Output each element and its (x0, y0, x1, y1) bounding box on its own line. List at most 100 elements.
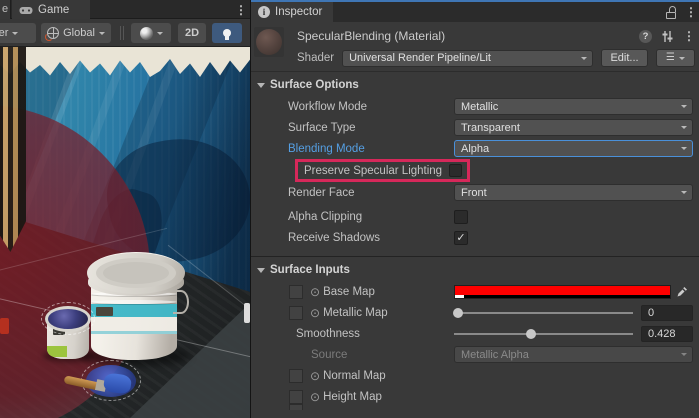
surface-type-value: Transparent (461, 122, 520, 134)
surface-type-dropdown[interactable]: Transparent (454, 119, 693, 136)
foldout-open-icon (257, 83, 265, 88)
preserve-specular-checkbox[interactable]: ✓ (449, 164, 462, 177)
row-metallic-map: ⊙ Metallic Map 0 (251, 302, 699, 323)
chevron-down-icon (681, 147, 687, 150)
shader-label: Shader (297, 52, 334, 64)
blending-mode-value: Alpha (461, 143, 489, 155)
tab-scene-partial[interactable]: e (0, 0, 11, 19)
lock-icon[interactable] (666, 6, 677, 19)
pivot-center-button[interactable]: ter (0, 23, 36, 43)
presets-icon[interactable] (661, 30, 674, 43)
normal-map-texture-slot[interactable] (289, 369, 303, 383)
global-local-button[interactable]: Global (41, 23, 111, 43)
row-alpha-clipping: Alpha Clipping ✓ (251, 206, 699, 227)
object-picker-icon[interactable]: ⊙ (310, 307, 320, 319)
wooden-ladder (0, 47, 26, 252)
shader-dropdown[interactable]: Universal Render Pipeline/Lit (342, 50, 593, 67)
render-face-dropdown[interactable]: Front (454, 184, 693, 201)
base-map-labelgroup: ⊙ Base Map (251, 285, 454, 299)
inspector-panel: i Inspector ⋮ SpecularBlending (Material… (250, 0, 699, 418)
base-map-color-swatch[interactable] (454, 285, 671, 299)
2d-toggle-button[interactable]: 2D (178, 23, 206, 43)
game-panel-menu-icon[interactable]: ⋮ (235, 0, 247, 19)
eyedropper-button[interactable] (671, 284, 693, 300)
workflow-mode-value: Metallic (461, 101, 498, 113)
scene-viewport[interactable] (0, 47, 250, 418)
height-map-texture-slot[interactable] (289, 390, 303, 404)
inspector-body: Surface Options Workflow Mode Metallic S… (251, 74, 699, 407)
workflow-mode-dropdown[interactable]: Metallic (454, 98, 693, 115)
height-map-labelgroup: ⊙ Height Map (251, 390, 454, 404)
row-preserve-specular: Preserve Specular Lighting ✓ (251, 159, 699, 182)
game-tab-bar: e Game ⋮ (0, 0, 250, 19)
row-blending-mode: Blending Mode Alpha (251, 138, 699, 159)
source-value: Metallic Alpha (461, 349, 529, 361)
material-header: SpecularBlending (Material) ? ⋮ Shader U… (251, 22, 699, 72)
section-surface-options[interactable]: Surface Options (251, 74, 699, 96)
section-surface-options-title: Surface Options (270, 79, 359, 91)
receive-shadows-checkbox[interactable]: ✓ (454, 231, 468, 245)
foldout-open-icon (257, 268, 265, 273)
chevron-down-icon (99, 32, 105, 35)
paint-brush (64, 357, 144, 405)
section-divider (251, 256, 699, 257)
metallic-map-texture-slot[interactable] (289, 306, 303, 320)
row-normal-map: ⊙ Normal Map (251, 365, 699, 386)
smoothness-slider[interactable] (454, 327, 633, 341)
alpha-clipping-checkbox[interactable]: ✓ (454, 210, 468, 224)
normal-map-label: Normal Map (323, 370, 386, 382)
metallic-map-labelgroup: ⊙ Metallic Map (251, 306, 454, 320)
material-preview-sphere (256, 29, 282, 55)
chevron-down-icon (581, 57, 587, 60)
material-menu-icon[interactable]: ⋮ (683, 30, 695, 42)
render-face-label: Render Face (251, 187, 454, 199)
toolbar-separator (123, 26, 124, 40)
base-map-texture-slot[interactable] (289, 285, 303, 299)
lightbulb-icon (223, 29, 231, 37)
section-surface-inputs[interactable]: Surface Inputs (251, 259, 699, 281)
scene-lighting-toggle-button[interactable] (212, 23, 242, 43)
base-map-label: Base Map (323, 286, 375, 298)
source-dropdown: Metallic Alpha (454, 346, 693, 363)
blending-mode-dropdown[interactable]: Alpha (454, 140, 693, 157)
alpha-clipping-label: Alpha Clipping (251, 211, 454, 223)
tab-game[interactable]: Game (12, 0, 90, 19)
help-icon[interactable]: ? (639, 30, 652, 43)
object-picker-icon[interactable]: ⊙ (310, 370, 320, 382)
pivot-center-label: ter (0, 27, 8, 39)
draw-mode-button[interactable] (131, 23, 171, 43)
toolbar-separator (120, 26, 121, 40)
paint-can (45, 306, 91, 362)
metallic-slider-handle[interactable] (453, 308, 463, 318)
material-preview-thumbnail[interactable] (254, 27, 284, 57)
metallic-value-field[interactable]: 0 (641, 305, 693, 321)
row-receive-shadows: Receive Shadows ✓ (251, 227, 699, 248)
scene-toolbar: ter Global 2D (0, 19, 250, 47)
smoothness-label: Smoothness (251, 328, 454, 340)
chevron-down-icon (681, 126, 687, 129)
paint-bucket (87, 252, 187, 366)
object-picker-icon[interactable]: ⊙ (310, 391, 320, 403)
tab-inspector-label: Inspector (275, 6, 322, 18)
chevron-down-icon (681, 353, 687, 356)
2d-label: 2D (185, 27, 199, 39)
source-label: Source (251, 349, 454, 361)
object-picker-icon[interactable]: ⊙ (310, 286, 320, 298)
tab-inspector[interactable]: i Inspector (251, 2, 333, 22)
chevron-down-icon (157, 32, 163, 35)
metallic-slider[interactable] (454, 306, 633, 320)
smoothness-slider-handle[interactable] (526, 329, 536, 339)
shader-menu-button[interactable]: ☰ (656, 49, 695, 67)
row-workflow-mode: Workflow Mode Metallic (251, 96, 699, 117)
tab-game-label: Game (38, 4, 69, 16)
normal-map-labelgroup: ⊙ Normal Map (251, 369, 454, 383)
red-object-sliver (0, 318, 9, 334)
row-smoothness: Smoothness 0.428 (251, 323, 699, 344)
hamburger-icon: ☰ (666, 53, 675, 63)
material-title: SpecularBlending (Material) (297, 29, 639, 43)
game-view-panel: e Game ⋮ ter Global (0, 0, 250, 418)
chevron-down-icon (12, 32, 18, 35)
inspector-menu-icon[interactable]: ⋮ (685, 6, 697, 18)
smoothness-value-field[interactable]: 0.428 (641, 326, 693, 342)
edit-shader-button[interactable]: Edit... (601, 49, 647, 67)
